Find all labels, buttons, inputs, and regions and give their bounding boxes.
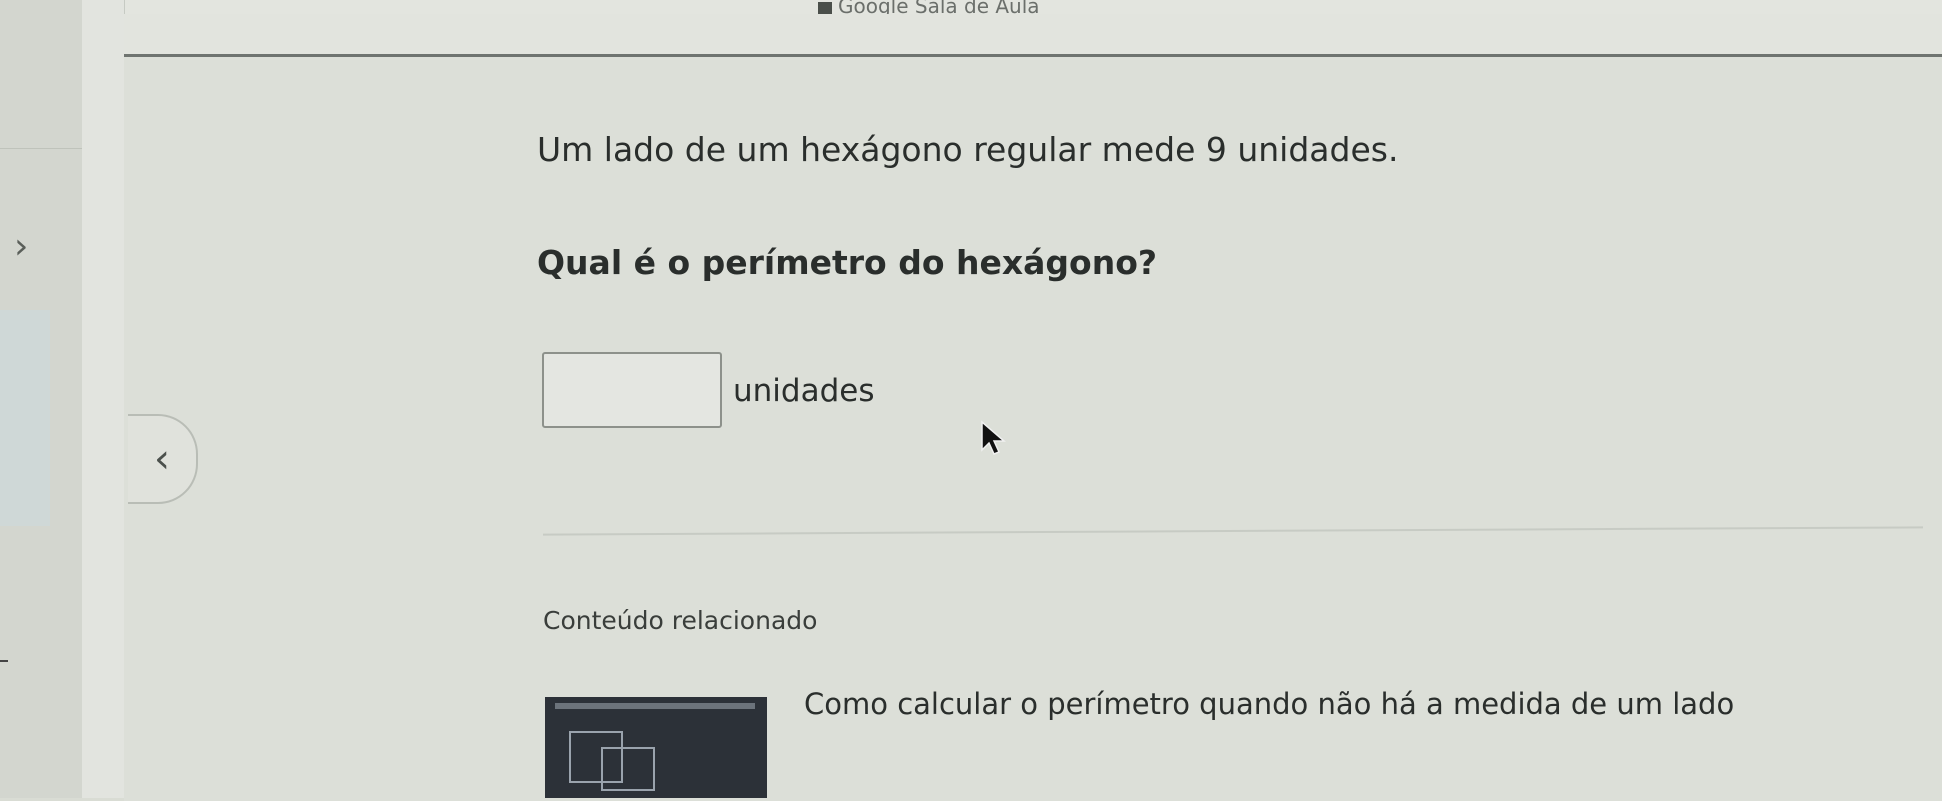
question-statement: Um lado de um hexágono regular mede 9 un… <box>537 130 1399 169</box>
back-button[interactable]: ‹ <box>128 414 198 504</box>
related-video-thumbnail[interactable] <box>545 697 767 798</box>
classroom-logo-icon <box>818 1 832 14</box>
answer-input[interactable] <box>542 352 722 428</box>
content-header <box>124 14 1942 54</box>
mouse-pointer-icon <box>981 420 1007 455</box>
sidebar-mark <box>0 660 8 662</box>
unit-label: unidades <box>733 373 875 409</box>
sidebar-highlight <box>0 310 50 526</box>
related-item-link[interactable]: Como calcular o perímetro quando não há … <box>804 687 1734 721</box>
thumbnail-shape <box>601 747 655 791</box>
thumbnail-title-bar <box>555 703 755 709</box>
related-content-heading: Conteúdo relacionado <box>543 606 818 635</box>
question-prompt: Qual é o perímetro do hexágono? <box>537 243 1158 282</box>
side-rail <box>82 0 125 798</box>
chevron-right-icon[interactable]: › <box>14 226 28 267</box>
left-sidebar: › <box>0 0 83 798</box>
chevron-left-icon: ‹ <box>154 436 170 482</box>
sidebar-divider <box>0 148 82 149</box>
browser-top-bar: Google Sala de Aula <box>0 0 1942 18</box>
